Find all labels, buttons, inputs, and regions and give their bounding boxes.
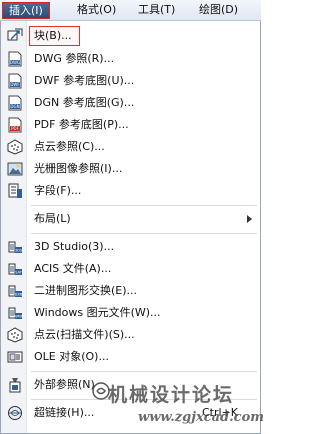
dwf-icon: DWF <box>6 73 23 89</box>
svg-text:SAT: SAT <box>15 271 23 275</box>
menu-item-dwf-underlay[interactable]: DWF DWF 参考底图(U)... <box>2 70 260 92</box>
wmf-icon: WMF <box>6 305 23 321</box>
menu-item-windows-metafile[interactable]: WMF Windows 图元文件(W)... <box>2 302 260 324</box>
menu-item-acis-file[interactable]: SAT ACIS 文件(A)... <box>2 258 260 280</box>
menu-item-layout[interactable]: 布局(L) <box>2 208 260 230</box>
field-icon <box>6 183 23 199</box>
3ds-icon: 3DS <box>6 239 23 255</box>
menu-separator <box>31 205 257 206</box>
menu-format[interactable]: 格式(O) <box>71 2 122 19</box>
acis-icon: SAT <box>6 261 23 277</box>
menu-item-label: 点云(扫描文件)(S)... <box>34 328 135 341</box>
menu-item-label: 超链接(H)... <box>34 406 95 419</box>
menu-item-label: 外部参照(N) <box>34 378 95 391</box>
menu-item-point-cloud-attach[interactable]: 点云参照(C)... <box>2 136 260 158</box>
menu-item-label: OLE 对象(O)... <box>34 350 109 363</box>
hyperlink-icon <box>6 405 23 421</box>
menu-item-label: 二进制图形交换(E)... <box>34 284 138 297</box>
menu-item-raster-image[interactable]: 光栅图像参照(I)... <box>2 158 260 180</box>
ole-object-icon <box>6 349 23 365</box>
submenu-arrow-icon <box>247 215 252 223</box>
menu-separator <box>31 371 257 372</box>
svg-text:PDF: PDF <box>11 126 19 131</box>
menu-item-ole-object[interactable]: OLE 对象(O)... <box>2 346 260 368</box>
menu-item-label: 3D Studio(3)... <box>34 240 115 253</box>
dwg-icon: DWG <box>6 51 23 67</box>
menu-item-3d-studio[interactable]: 3DS 3D Studio(3)... <box>2 236 260 258</box>
svg-text:3DS: 3DS <box>14 249 22 253</box>
menu-item-label: ACIS 文件(A)... <box>34 262 112 275</box>
menu-item-label: Windows 图元文件(W)... <box>34 306 161 319</box>
menu-item-binary-exchange[interactable]: DXB 二进制图形交换(E)... <box>2 280 260 302</box>
menu-item-dwg-reference[interactable]: DWG DWG 参照(R)... <box>2 48 260 70</box>
menu-insert[interactable]: 插入(I) <box>2 2 50 19</box>
menu-item-block[interactable]: 块(B)... <box>2 25 260 47</box>
menu-item-dgn-underlay[interactable]: DGN DGN 参考底图(G)... <box>2 92 260 114</box>
menu-item-label: PDF 参考底图(P)... <box>34 118 129 131</box>
dxb-icon: DXB <box>6 283 23 299</box>
svg-text:DWG: DWG <box>9 60 19 65</box>
menu-item-label: 块(B)... <box>34 29 72 42</box>
menu-item-label: DWG 参照(R)... <box>34 52 115 65</box>
xref-icon <box>6 377 23 393</box>
insert-dropdown-menu: 块(B)... DWG DWG 参照(R)... DWF DWF 参考底图(U)… <box>0 21 261 434</box>
watermark-title: 机械设计论坛 <box>108 384 235 406</box>
menu-tools[interactable]: 工具(T) <box>132 2 181 19</box>
menu-item-pdf-underlay[interactable]: PDF PDF 参考底图(P)... <box>2 114 260 136</box>
menu-item-label: 光栅图像参照(I)... <box>34 162 123 175</box>
raster-image-icon <box>6 161 23 177</box>
dgn-icon: DGN <box>6 95 23 111</box>
menu-item-label: 点云参照(C)... <box>34 140 105 153</box>
menu-item-point-cloud-scan[interactable]: 点云(扫描文件)(S)... <box>2 324 260 346</box>
svg-text:DWF: DWF <box>10 82 20 87</box>
svg-text:DGN: DGN <box>10 104 19 109</box>
menu-item-label: DGN 参考底图(G)... <box>34 96 135 109</box>
menu-draw[interactable]: 绘图(D) <box>193 2 244 19</box>
menu-item-label: 布局(L) <box>34 212 71 225</box>
watermark-url: www.zgjxcad.com <box>138 410 265 425</box>
menu-item-label: DWF 参考底图(U)... <box>34 74 135 87</box>
pdf-icon: PDF <box>6 117 23 133</box>
menu-separator <box>31 233 257 234</box>
block-insert-icon <box>6 28 23 44</box>
menu-bar: 插入(I) 格式(O) 工具(T) 绘图(D) <box>0 0 261 21</box>
point-cloud-scan-icon <box>6 327 23 343</box>
point-cloud-icon <box>6 139 23 155</box>
menu-item-label: 字段(F)... <box>34 184 82 197</box>
svg-text:WMF: WMF <box>14 315 23 319</box>
svg-text:DXB: DXB <box>14 293 22 297</box>
menu-item-field[interactable]: 字段(F)... <box>2 180 260 202</box>
